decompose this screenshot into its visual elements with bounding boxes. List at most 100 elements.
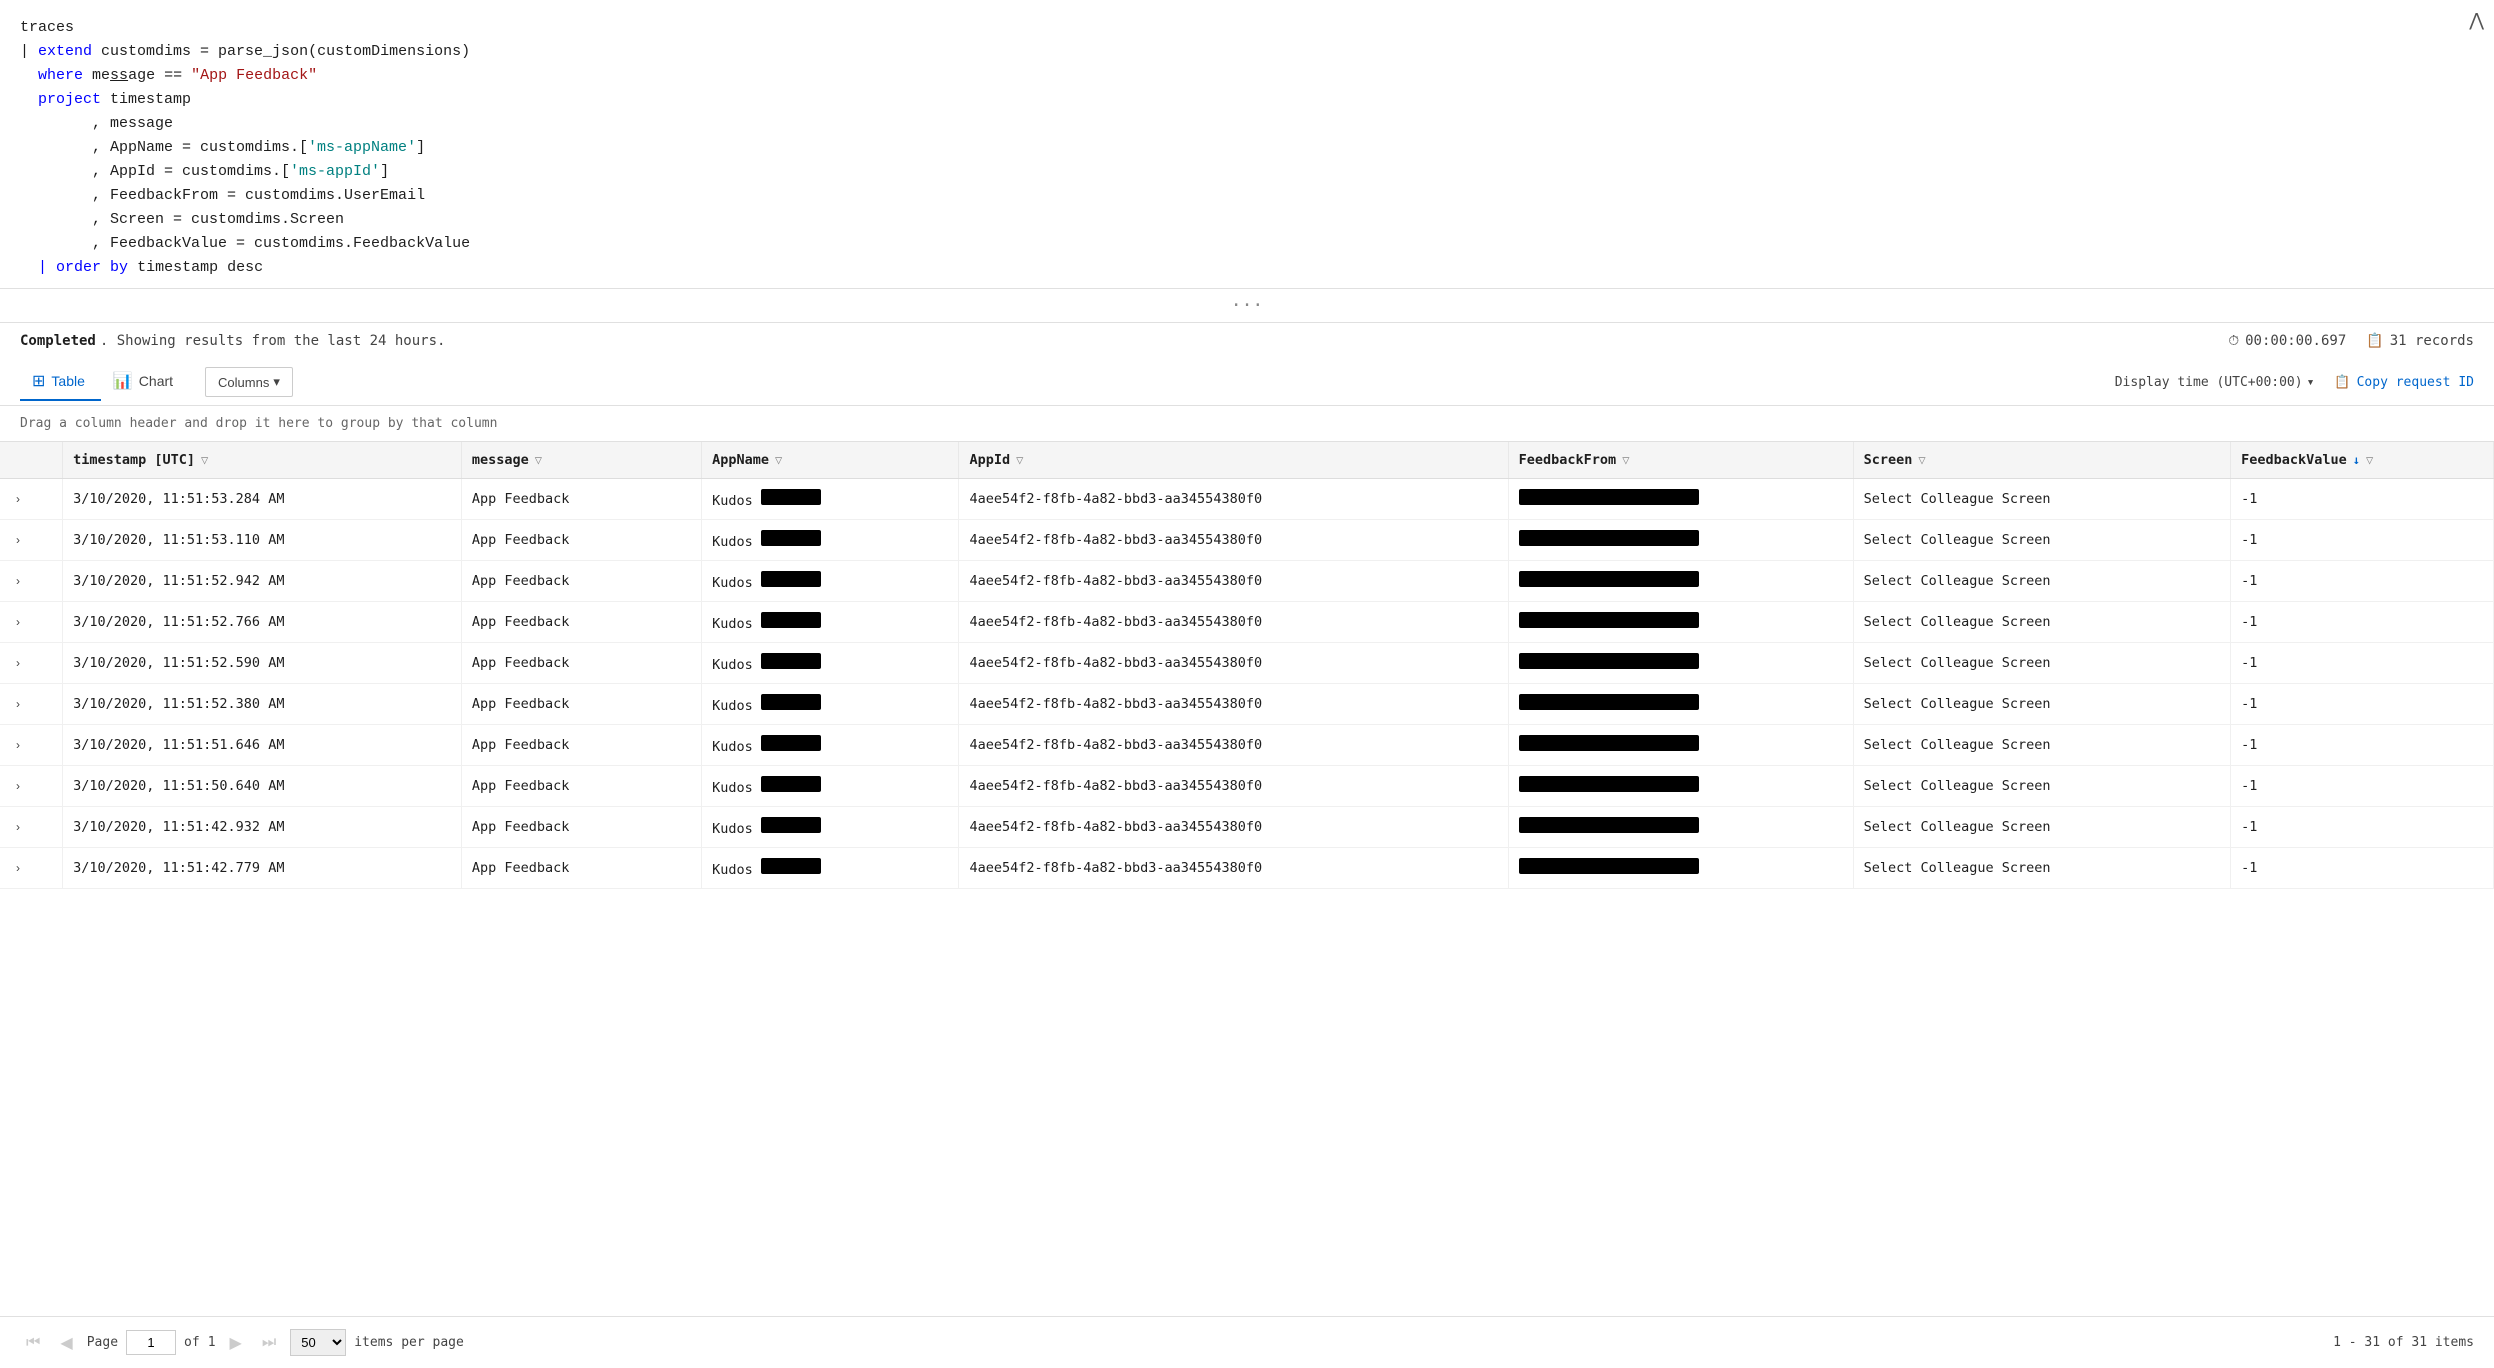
cell-appname: Kudos	[702, 602, 959, 643]
appname-redacted	[761, 735, 821, 751]
col-header-appid[interactable]: AppId ▽	[959, 442, 1508, 479]
cell-message: App Feedback	[461, 725, 701, 766]
cell-appid: 4aee54f2-f8fb-4a82-bbd3-aa34554380f0	[959, 561, 1508, 602]
query-line-4: project timestamp	[20, 88, 2474, 112]
col-header-screen[interactable]: Screen ▽	[1853, 442, 2231, 479]
timestamp-filter-icon[interactable]: ▽	[201, 453, 208, 467]
feedbackfrom-filter-icon[interactable]: ▽	[1622, 453, 1629, 467]
cell-feedbackfrom	[1508, 561, 1853, 602]
message-filter-icon[interactable]: ▽	[535, 453, 542, 467]
expand-dots[interactable]: ···	[1231, 295, 1264, 316]
table-row: ›3/10/2020, 11:51:51.646 AMApp FeedbackK…	[0, 725, 2494, 766]
cell-appname: Kudos	[702, 561, 959, 602]
cell-timestamp: 3/10/2020, 11:51:52.590 AM	[63, 643, 462, 684]
toolbar: ⊞ Table 📊 Chart Columns ▾ Display time (…	[0, 359, 2494, 406]
last-page-button[interactable]: ⏭	[256, 1332, 282, 1354]
cell-feedbackfrom	[1508, 766, 1853, 807]
cell-screen: Select Colleague Screen	[1853, 643, 2231, 684]
query-line-2: | extend customdims = parse_json(customD…	[20, 40, 2474, 64]
col-header-feedbackfrom[interactable]: FeedbackFrom ▽	[1508, 442, 1853, 479]
cell-screen: Select Colleague Screen	[1853, 520, 2231, 561]
appname-redacted	[761, 694, 821, 710]
columns-btn-label: Columns	[218, 375, 269, 390]
prev-page-button[interactable]: ◀	[54, 1331, 78, 1355]
cell-appname: Kudos	[702, 766, 959, 807]
table-container[interactable]: timestamp [UTC] ▽ message ▽ AppName	[0, 442, 2494, 889]
screen-filter-icon[interactable]: ▽	[1918, 453, 1925, 467]
feedbackfrom-redacted	[1519, 776, 1699, 792]
row-expand-button[interactable]: ›	[10, 492, 26, 506]
query-line-1: traces	[20, 16, 2474, 40]
display-time-label: Display time (UTC+00:00)	[2115, 375, 2303, 390]
next-page-button[interactable]: ▶	[224, 1331, 248, 1355]
cell-feedbackfrom	[1508, 848, 1853, 889]
appname-text: Kudos	[712, 698, 753, 714]
row-expand-button[interactable]: ›	[10, 615, 26, 629]
col-header-feedbackvalue[interactable]: FeedbackValue ↓ ▽	[2231, 442, 2494, 479]
cell-appname: Kudos	[702, 684, 959, 725]
feedbackvalue-sort-icon[interactable]: ↓	[2353, 453, 2360, 467]
cell-appname: Kudos	[702, 807, 959, 848]
row-expand-button[interactable]: ›	[10, 779, 26, 793]
columns-button[interactable]: Columns ▾	[205, 367, 293, 397]
col-header-message[interactable]: message ▽	[461, 442, 701, 479]
cell-message: App Feedback	[461, 807, 701, 848]
appname-redacted	[761, 530, 821, 546]
cell-appid: 4aee54f2-f8fb-4a82-bbd3-aa34554380f0	[959, 643, 1508, 684]
row-expand-button[interactable]: ›	[10, 574, 26, 588]
collapse-icon[interactable]: ⋀	[2469, 8, 2484, 37]
row-expand-button[interactable]: ›	[10, 861, 26, 875]
col-message-label: message	[472, 452, 529, 468]
cell-feedbackvalue: -1	[2231, 561, 2494, 602]
feedbackfrom-redacted	[1519, 653, 1699, 669]
records-info: 📋 31 records	[2366, 333, 2474, 349]
query-editor: traces | extend customdims = parse_json(…	[0, 0, 2494, 289]
status-bar: Completed . Showing results from the las…	[0, 323, 2494, 359]
row-expand-button[interactable]: ›	[10, 738, 26, 752]
row-expand-button[interactable]: ›	[10, 533, 26, 547]
appname-text: Kudos	[712, 616, 753, 632]
cell-feedbackvalue: -1	[2231, 520, 2494, 561]
col-header-appname[interactable]: AppName ▽	[702, 442, 959, 479]
cell-feedbackvalue: -1	[2231, 684, 2494, 725]
appname-text: Kudos	[712, 780, 753, 796]
appname-text: Kudos	[712, 534, 753, 550]
tab-table[interactable]: ⊞ Table	[20, 363, 101, 401]
cell-timestamp: 3/10/2020, 11:51:53.110 AM	[63, 520, 462, 561]
cell-screen: Select Colleague Screen	[1853, 684, 2231, 725]
app-container: traces | extend customdims = parse_json(…	[0, 0, 2494, 889]
col-appname-label: AppName	[712, 452, 769, 468]
cell-feedbackfrom	[1508, 684, 1853, 725]
row-expand-button[interactable]: ›	[10, 697, 26, 711]
per-page-select[interactable]: 50 100 200	[290, 1329, 346, 1356]
row-expand-button[interactable]: ›	[10, 820, 26, 834]
query-line-11: | order by timestamp desc	[20, 256, 2474, 280]
cell-screen: Select Colleague Screen	[1853, 807, 2231, 848]
col-header-timestamp[interactable]: timestamp [UTC] ▽	[63, 442, 462, 479]
table-row: ›3/10/2020, 11:51:53.110 AMApp FeedbackK…	[0, 520, 2494, 561]
tab-chart[interactable]: 📊 Chart	[101, 363, 189, 401]
copy-request-button[interactable]: 📋 Copy request ID	[2334, 375, 2474, 390]
table-icon: 📋	[2366, 333, 2383, 349]
appname-redacted	[761, 776, 821, 792]
appname-filter-icon[interactable]: ▽	[775, 453, 782, 467]
cell-message: App Feedback	[461, 602, 701, 643]
feedbackvalue-filter-icon[interactable]: ▽	[2366, 453, 2373, 467]
query-line-6: , AppName = customdims.['ms-appName']	[20, 136, 2474, 160]
query-divider: ···	[0, 289, 2494, 323]
cell-feedbackvalue: -1	[2231, 725, 2494, 766]
cell-message: App Feedback	[461, 479, 701, 520]
appname-text: Kudos	[712, 493, 753, 509]
appid-filter-icon[interactable]: ▽	[1016, 453, 1023, 467]
display-time-dropdown[interactable]: Display time (UTC+00:00) ▾	[2115, 375, 2315, 390]
cell-screen: Select Colleague Screen	[1853, 479, 2231, 520]
cell-timestamp: 3/10/2020, 11:51:42.779 AM	[63, 848, 462, 889]
page-input[interactable]	[126, 1330, 176, 1355]
feedbackfrom-redacted	[1519, 694, 1699, 710]
first-page-button[interactable]: ⏮	[20, 1332, 46, 1354]
cell-feedbackvalue: -1	[2231, 807, 2494, 848]
status-completed: Completed	[20, 333, 96, 349]
row-expand-button[interactable]: ›	[10, 656, 26, 670]
page-label: Page	[87, 1335, 118, 1350]
cell-feedbackfrom	[1508, 479, 1853, 520]
